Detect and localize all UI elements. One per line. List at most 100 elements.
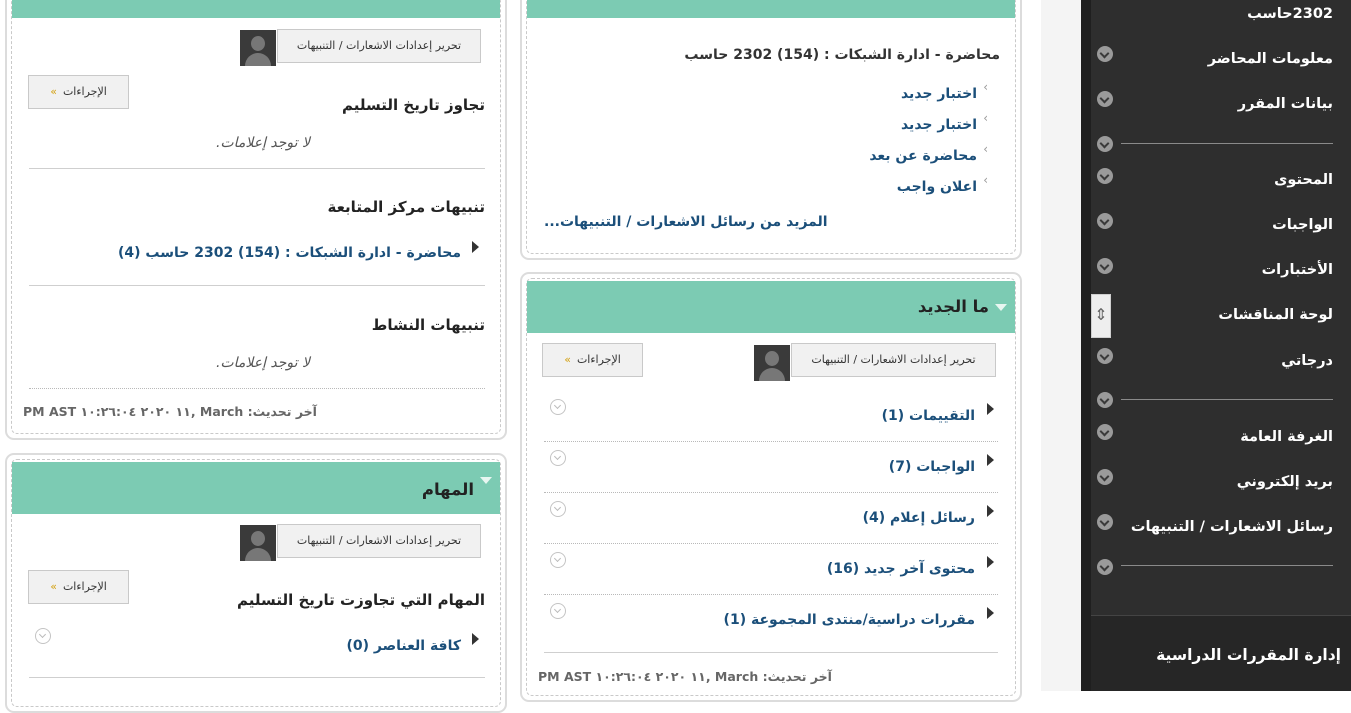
chevron-down-icon[interactable]	[1097, 348, 1113, 364]
resize-handle-icon[interactable]: ⇕	[1091, 294, 1111, 338]
sidebar-divider	[1121, 399, 1333, 400]
overdue-tasks-heading: المهام التي تجاوزت تاريخ التسليم	[237, 591, 485, 609]
announcement-link[interactable]: اعلان واجب	[897, 179, 977, 195]
chevron-down-icon[interactable]	[1097, 168, 1113, 184]
actions-button[interactable]: الإجراءات »	[28, 570, 129, 604]
section-divider	[29, 388, 485, 389]
whats-new-item[interactable]: التقييمات (1)	[882, 408, 975, 424]
chevron-down-icon[interactable]	[1097, 136, 1113, 152]
announcement-link[interactable]: اختبار جديد	[901, 117, 977, 133]
alerts-module: تحرير إعدادات الاشعارات / التنبيهات الإج…	[5, 0, 507, 440]
edit-notification-settings-button[interactable]: تحرير إعدادات الاشعارات / التنبيهات	[277, 524, 481, 558]
last-updated: آخر تحديث: March ,١١ ٢٠٢٠ ١٠:٢٦:٠٤ PM AS…	[23, 404, 317, 419]
sidebar-item-tests[interactable]: الأختبارات	[1262, 262, 1333, 278]
actions-button[interactable]: الإجراءات »	[542, 343, 643, 377]
whats-new-item[interactable]: رسائل إعلام (4)	[863, 510, 975, 526]
no-alerts-text: لا توجد إعلامات.	[215, 135, 310, 151]
chevron-down-icon[interactable]	[1097, 258, 1113, 274]
whats-new-item[interactable]: الواجبات (7)	[889, 459, 975, 475]
course-menu: 2302حاسب معلومات المحاضر بيانات المقرر ا…	[1091, 0, 1351, 691]
chevron-down-icon[interactable]	[1097, 392, 1113, 408]
chevron-down-icon[interactable]	[1097, 213, 1113, 229]
sidebar-item-public-room[interactable]: الغرفة العامة	[1240, 429, 1333, 445]
actions-label: الإجراءات	[62, 580, 107, 593]
chevron-down-icon[interactable]	[1097, 559, 1113, 575]
sidebar-item-my-grades[interactable]: درجاتي	[1281, 353, 1333, 369]
sidebar-item-discussion-board[interactable]: لوحة المناقشات	[1218, 307, 1333, 323]
module-header	[527, 0, 1015, 18]
chevron-down-icon[interactable]	[1097, 469, 1113, 485]
edit-notification-settings-button[interactable]: تحرير إعدادات الاشعارات / التنبيهات	[277, 29, 481, 63]
announcement-link[interactable]: اختبار جديد	[901, 86, 977, 102]
sidebar-item-notifications[interactable]: رسائل الاشعارات / التنبيهات	[1131, 519, 1333, 535]
past-due-heading: تجاوز تاريخ التسليم	[342, 96, 485, 114]
caret-down-icon[interactable]	[480, 477, 492, 484]
sidebar-gap	[1041, 0, 1081, 691]
sidebar-divider	[1121, 143, 1333, 144]
chevron-down-icon[interactable]	[35, 628, 51, 644]
actions-label: الإجراءات	[576, 353, 621, 366]
whats-new-item[interactable]: مقررات دراسية/منتدى المجموعة (1)	[724, 612, 975, 628]
expand-arrow-icon[interactable]	[987, 505, 994, 517]
sidebar-item-email[interactable]: بريد إلكتروني	[1237, 474, 1333, 490]
announcement-link[interactable]: محاضرة عن بعد	[869, 148, 977, 164]
expand-arrow-icon[interactable]	[472, 241, 479, 253]
chevron-left-icon: ‹	[983, 173, 988, 187]
all-items-link[interactable]: كافة العناصر (0)	[346, 638, 461, 654]
row-divider	[544, 543, 998, 544]
more-announcements-link[interactable]: المزيد من رسائل الاشعارات / التنبيهات...	[544, 214, 828, 230]
chevron-down-icon[interactable]	[550, 603, 566, 619]
double-chevron-down-icon: »	[564, 353, 571, 366]
course-title[interactable]: 2302حاسب	[1247, 6, 1333, 22]
module-title: ما الجديد	[917, 297, 989, 316]
expand-arrow-icon[interactable]	[987, 556, 994, 568]
sidebar-edge	[1081, 0, 1091, 691]
row-divider	[544, 594, 998, 595]
chevron-down-icon[interactable]	[550, 552, 566, 568]
chevron-left-icon: ‹	[983, 111, 988, 125]
chevron-down-icon[interactable]	[1097, 46, 1113, 62]
announcements-module: محاضرة - ادارة الشبكات : (154) 2302 حاسب…	[520, 0, 1022, 260]
chevron-down-icon[interactable]	[1097, 91, 1113, 107]
module-header: ما الجديد	[527, 281, 1015, 333]
chevron-down-icon[interactable]	[1097, 424, 1113, 440]
sidebar-item-course-info[interactable]: بيانات المقرر	[1238, 96, 1333, 112]
course-management-section: إدارة المقررات الدراسية	[1091, 615, 1351, 691]
sidebar-item-assignments[interactable]: الواجبات	[1272, 217, 1333, 233]
course-management-title[interactable]: إدارة المقررات الدراسية	[1156, 646, 1341, 664]
chevron-left-icon: ‹	[983, 80, 988, 94]
module-title: المهام	[421, 480, 474, 499]
chevron-down-icon[interactable]	[550, 399, 566, 415]
section-divider	[29, 285, 485, 286]
module-header	[12, 0, 500, 18]
retention-center-heading: تنبيهات مركز المتابعة	[327, 198, 485, 216]
tasks-module: المهام تحرير إعدادات الاشعارات / التنبيه…	[5, 453, 507, 713]
no-alerts-text: لا توجد إعلامات.	[215, 355, 310, 371]
expand-arrow-icon[interactable]	[987, 607, 994, 619]
avatar	[754, 345, 790, 381]
section-divider	[29, 168, 485, 169]
expand-arrow-icon[interactable]	[987, 454, 994, 466]
sidebar-divider	[1121, 565, 1333, 566]
sidebar-item-content[interactable]: المحتوى	[1274, 172, 1333, 188]
expand-arrow-icon[interactable]	[472, 633, 479, 645]
expand-arrow-icon[interactable]	[987, 403, 994, 415]
last-updated: آخر تحديث: March ,١١ ٢٠٢٠ ١٠:٢٦:٠٤ PM AS…	[538, 669, 832, 684]
module-header: المهام	[12, 462, 500, 514]
edit-notification-settings-button[interactable]: تحرير إعدادات الاشعارات / التنبيهات	[791, 343, 996, 377]
caret-down-icon[interactable]	[995, 304, 1007, 311]
retention-alert-item[interactable]: محاضرة - ادارة الشبكات : (154) 2302 حاسب…	[118, 245, 461, 261]
row-divider	[544, 441, 998, 442]
row-divider	[544, 492, 998, 493]
whats-new-item[interactable]: محتوى آخر جديد (16)	[827, 561, 975, 577]
activity-alerts-heading: تنبيهات النشاط	[371, 316, 485, 334]
chevron-down-icon[interactable]	[550, 501, 566, 517]
double-chevron-down-icon: »	[50, 85, 57, 98]
chevron-down-icon[interactable]	[550, 450, 566, 466]
actions-button[interactable]: الإجراءات »	[28, 75, 129, 109]
avatar	[240, 30, 276, 66]
chevron-left-icon: ‹	[983, 142, 988, 156]
chevron-down-icon[interactable]	[1097, 514, 1113, 530]
sidebar-item-instructor-info[interactable]: معلومات المحاضر	[1208, 51, 1333, 67]
double-chevron-down-icon: »	[50, 580, 57, 593]
